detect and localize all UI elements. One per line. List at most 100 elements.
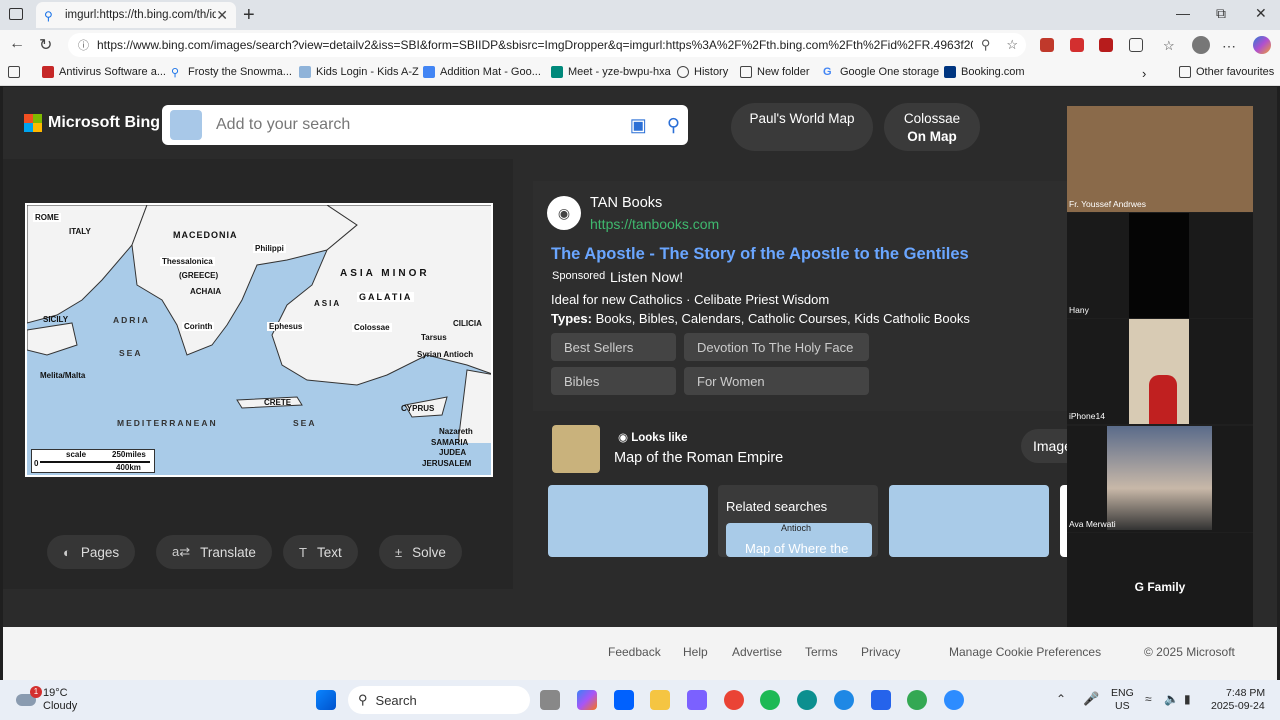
spotify-icon[interactable] [760, 690, 780, 710]
bing-footer: Feedback Help Advertise Terms Privacy Ma… [3, 627, 1277, 680]
wifi-icon[interactable]: ≈ [1145, 692, 1152, 706]
participant-video[interactable]: Fr. Youssef Andrwes [1067, 106, 1253, 212]
back-icon[interactable]: ← [9, 35, 25, 53]
weather-widget[interactable]: 1 [14, 686, 42, 712]
clock-time[interactable]: 7:48 PM [1226, 687, 1265, 699]
edge-beta-icon[interactable] [834, 690, 854, 710]
translate-button[interactable]: a⇄ Translate [156, 535, 272, 569]
zoom-icon[interactable]: ⚲ [981, 37, 991, 53]
footer-link[interactable]: Privacy [861, 645, 900, 659]
bookmark-item[interactable]: Meet - yze-bwpu-hxa [551, 66, 671, 78]
new-tab-button[interactable]: + [243, 4, 255, 27]
app-icon[interactable] [687, 690, 707, 710]
bookmark-item[interactable]: Other favourites [1179, 66, 1274, 78]
bookmark-item[interactable]: New folder [740, 66, 810, 78]
file-explorer-icon[interactable] [650, 690, 670, 710]
related-searches-tile[interactable]: Related searches Antioch Map of Where th… [718, 485, 878, 557]
page-info-icon[interactable]: ⓘ [78, 37, 89, 53]
reading-list-icon[interactable] [8, 66, 25, 78]
bing-logo[interactable]: Microsoft Bing [24, 114, 160, 132]
bookmark-item[interactable]: Booking.com [944, 66, 1025, 78]
map-label: Nazareth [439, 427, 473, 436]
extension-icon[interactable] [1040, 38, 1054, 52]
related-pill-pauls-world-map[interactable]: Paul's World Map [731, 103, 873, 151]
footer-link[interactable]: Terms [805, 645, 838, 659]
map-label: JUDEA [439, 448, 467, 457]
todo-icon[interactable] [871, 690, 891, 710]
related-search-item[interactable]: Antioch Map of Where the [726, 523, 872, 557]
text-button[interactable]: T Text [283, 535, 358, 569]
participant-video[interactable]: iPhone14 [1067, 319, 1253, 424]
copyright: © 2025 Microsoft [1144, 645, 1235, 659]
footer-link[interactable]: Help [683, 645, 708, 659]
battery-icon[interactable]: ▮ [1184, 692, 1191, 706]
favorite-star-icon[interactable]: ☆ [1006, 37, 1018, 53]
task-view-icon[interactable] [540, 690, 560, 710]
more-options-icon[interactable]: ⋯ [1222, 38, 1236, 54]
refresh-icon[interactable]: ↻ [39, 35, 52, 55]
bookmark-item[interactable]: Antivirus Software a... [42, 66, 166, 78]
ad-url[interactable]: https://tanbooks.com [590, 216, 719, 232]
mcafee-icon[interactable] [1099, 38, 1113, 52]
favorites-icon[interactable]: ☆ [1163, 38, 1177, 53]
bookmark-item[interactable]: History [677, 66, 728, 78]
image-button[interactable]: Image [1021, 429, 1071, 463]
search-icon[interactable]: ⚲ [667, 115, 680, 136]
tan-books-logo[interactable]: ◉ [547, 196, 581, 230]
ad-sitelink[interactable]: Best Sellers [551, 333, 676, 361]
edge-icon[interactable] [797, 690, 817, 710]
extension-icon[interactable] [1070, 38, 1084, 52]
ad-title-link[interactable]: The Apostle - The Story of the Apostle t… [551, 245, 969, 264]
search-image-thumbnail[interactable] [170, 110, 202, 140]
bookmark-item[interactable]: ⚲ Frosty the Snowma... [171, 66, 292, 79]
ad-sitelink[interactable]: Bibles [551, 367, 676, 395]
similar-image-tile[interactable] [889, 485, 1049, 557]
profile-avatar[interactable] [1192, 36, 1210, 54]
solve-button[interactable]: ± Solve [379, 535, 462, 569]
search-input[interactable]: Add to your search [216, 116, 610, 134]
looks-like-thumbnail[interactable] [552, 425, 600, 473]
pages-button[interactable]: ◐ Pages [47, 535, 136, 569]
address-bar[interactable]: ⓘ https://www.bing.com/images/search?vie… [68, 33, 1026, 57]
tab-actions-icon[interactable] [9, 8, 23, 20]
looks-like-title[interactable]: Map of the Roman Empire [614, 450, 783, 466]
ad-sitelink[interactable]: Devotion To The Holy Face [684, 333, 869, 361]
copilot-app-icon[interactable] [577, 690, 597, 710]
participant-video[interactable]: Hany [1067, 213, 1253, 318]
participant-video[interactable]: Ava Merwati [1067, 426, 1253, 532]
similar-image-tile[interactable] [548, 485, 708, 557]
windows-start-icon[interactable] [316, 690, 336, 710]
ad-brand[interactable]: TAN Books [590, 195, 662, 211]
related-pill-colossae[interactable]: Colossae On Map [884, 103, 980, 151]
selected-map-image[interactable]: ROME ITALY MACEDONIA Philippi Thessaloni… [25, 203, 493, 477]
minimize-icon[interactable]: — [1176, 5, 1190, 21]
visual-search-icon[interactable]: ▣ [630, 115, 647, 136]
participant-tile[interactable]: G Family [1067, 533, 1253, 638]
search-box[interactable]: Add to your search ▣ ⚲ [162, 105, 688, 145]
maximize-icon[interactable]: ⧉ [1216, 5, 1226, 22]
bookmark-item[interactable]: G Google One storage [823, 66, 939, 78]
microphone-icon[interactable]: 🎤 [1083, 691, 1099, 707]
extensions-icon[interactable] [1129, 38, 1143, 52]
bookmark-item[interactable]: Kids Login - Kids A-Z [299, 66, 419, 78]
map-label: SEA [119, 348, 143, 358]
volume-icon[interactable]: 🔈 [1164, 692, 1179, 706]
ad-sitelink[interactable]: For Women [684, 367, 869, 395]
language-indicator[interactable]: ENG [1111, 687, 1134, 699]
taskbar-search[interactable]: ⚲ Search [348, 686, 530, 714]
footer-link[interactable]: Feedback [608, 645, 661, 659]
copilot-icon[interactable] [1253, 36, 1271, 54]
close-tab-icon[interactable]: ✕ [216, 7, 228, 24]
close-window-icon[interactable]: ✕ [1255, 5, 1267, 22]
weather-desc: Cloudy [43, 700, 78, 712]
chevron-up-icon[interactable]: ⌃ [1056, 692, 1066, 706]
footer-link[interactable]: Manage Cookie Preferences [949, 645, 1101, 659]
dropbox-icon[interactable] [614, 690, 634, 710]
chevron-right-icon[interactable]: › [1142, 66, 1146, 81]
footer-link[interactable]: Advertise [732, 645, 782, 659]
chrome-profile-icon[interactable] [907, 690, 927, 710]
chrome-icon[interactable] [724, 690, 744, 710]
bookmark-item[interactable]: Addition Mat - Goo... [423, 66, 541, 78]
zoom-icon[interactable] [944, 690, 964, 710]
tab-active[interactable]: ⚲ imgurl:https://th.bing.com/th/id/I ✕ [36, 2, 236, 28]
